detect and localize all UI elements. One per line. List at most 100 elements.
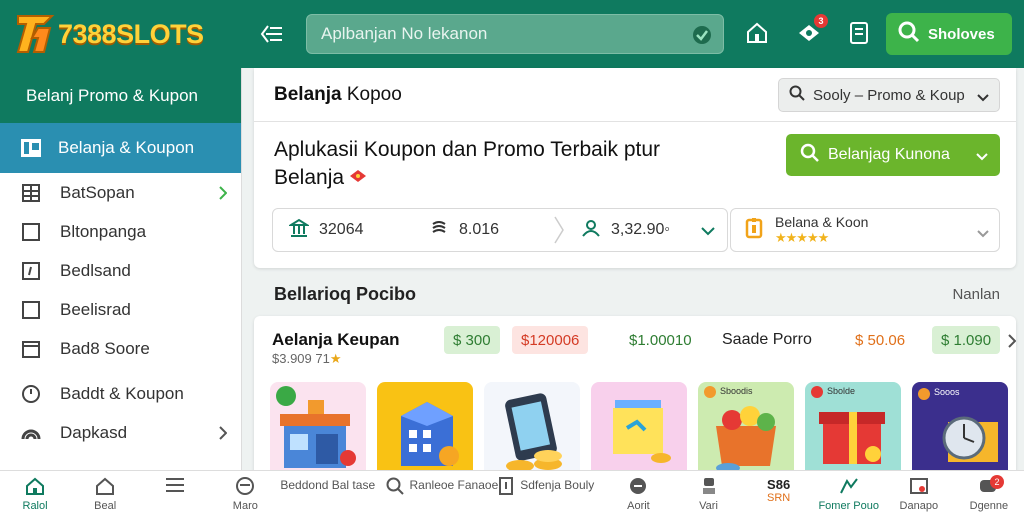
bottom-nav-item[interactable]: Sdfenja Bouly xyxy=(498,471,603,512)
bottom-nav-label: Vari xyxy=(699,500,718,512)
chevron-right-icon xyxy=(219,425,228,445)
promo-card-phone-coins[interactable] xyxy=(484,382,580,482)
chevron-down-icon xyxy=(977,225,989,243)
sort-dropdown[interactable]: Sooly – Promo & Koup xyxy=(778,78,1000,112)
sidebar-item[interactable]: Bad8 Soore xyxy=(0,329,241,368)
rating-stars: ★★★★★ xyxy=(775,230,829,245)
menu-collapse-icon[interactable] xyxy=(258,22,286,46)
bottom-nav-label: Ralol xyxy=(22,500,48,512)
bottom-nav-item[interactable]: Maro xyxy=(210,471,280,512)
verified-icon xyxy=(691,24,713,46)
sidebar-item-label: Bltonpanga xyxy=(60,221,147,241)
send-icon xyxy=(628,477,648,498)
sidebar-active-label: Belanja & Koupon xyxy=(58,138,195,157)
bottom-nav-item[interactable] xyxy=(140,471,210,512)
section-title-promos: Bellarioq Pocibo xyxy=(274,284,417,304)
search-input[interactable] xyxy=(307,15,723,53)
promo-card-wallet[interactable] xyxy=(591,382,687,482)
promo-panel: Aelanja Keupan $3.909 71★ $ 300 $120006 … xyxy=(254,316,1017,482)
headline: Aplukasii Koupon dan Promo Terbaik ptur … xyxy=(274,136,694,192)
sidebar-item[interactable]: Dapkasd xyxy=(0,413,241,452)
bottom-nav-item[interactable]: Fomer Pouo xyxy=(814,471,884,512)
rainbow-icon xyxy=(20,422,42,444)
promo-card-watch[interactable]: Sooos xyxy=(912,382,1008,482)
users-icon xyxy=(581,218,601,243)
sidebar-item-label: Dapkasd xyxy=(60,422,128,442)
rating-label: Belana & Koon xyxy=(775,214,869,230)
divider xyxy=(254,121,1016,122)
document-icon[interactable] xyxy=(844,18,874,48)
promo-card-fruit[interactable]: Sboodis xyxy=(698,382,794,482)
bottom-nav-item[interactable]: Beal xyxy=(70,471,140,512)
bottom-nav-item[interactable]: Ralol xyxy=(0,471,70,512)
promo-card-gift[interactable]: Sbolde xyxy=(805,382,901,482)
bottom-nav-item[interactable]: Beddond Bal tase xyxy=(280,471,385,512)
sidebar-item[interactable]: Beelisrad xyxy=(0,290,241,329)
bottom-nav-label: SRN xyxy=(767,492,791,504)
sidebar-item[interactable]: BatSopan xyxy=(0,173,241,212)
chevron-right-icon[interactable] xyxy=(1008,334,1017,353)
document-icon xyxy=(498,477,514,498)
coins-icon xyxy=(429,218,449,243)
search-icon xyxy=(789,85,805,105)
bottom-nav-item[interactable]: Ranleoe Fanaoe xyxy=(386,471,499,512)
cart-icon xyxy=(235,477,255,498)
coupon-tag-icon xyxy=(348,164,368,192)
chevron-down-icon xyxy=(977,89,989,106)
bottom-nav-item[interactable]: Vari xyxy=(673,471,743,512)
bottom-navigation: Ralol Beal Maro Beddond Bal tase Ranleoe Fan… xyxy=(0,470,1024,512)
sidebar-item[interactable]: Baddt & Koupon xyxy=(0,374,241,413)
price-tag[interactable]: $ 50.06 xyxy=(846,326,915,354)
store-icon xyxy=(20,338,42,360)
bottom-nav-label: Ranleoe Fanaoe xyxy=(409,478,499,492)
coupon-icon xyxy=(745,217,763,244)
menu-icon xyxy=(165,477,185,496)
bottom-nav-item[interactable]: Aorit xyxy=(603,471,673,512)
sidebar: Belanj Promo & Kupon Belanja & Koupon Ba… xyxy=(0,68,242,470)
chart-icon xyxy=(839,477,859,498)
stats-bar[interactable]: 32064 8.016 3,32.90◦ xyxy=(272,208,728,252)
notification-badge: 2 xyxy=(989,475,1004,489)
brand-name: Saade Porro xyxy=(722,331,812,348)
stat-item: 3,32.90◦ xyxy=(565,218,705,243)
bottom-nav-item[interactable]: Danapo xyxy=(884,471,954,512)
price-tag[interactable]: $120006 xyxy=(512,326,589,354)
bottom-nav-item[interactable]: S86 SRN xyxy=(744,471,814,512)
shop-coupons-button[interactable]: Belanjag Kunona xyxy=(786,134,1000,176)
price-tag[interactable]: $1.00010 xyxy=(620,326,701,354)
bottom-nav-label: Sdfenja Bouly xyxy=(520,478,595,492)
promo-card-shop[interactable] xyxy=(270,382,366,482)
image-icon xyxy=(909,477,929,498)
sidebar-item-label: Baddt & Koupon xyxy=(60,383,184,403)
notification-badge: 3 xyxy=(814,14,828,28)
price-tag[interactable]: $ 1.090 xyxy=(932,326,1001,354)
clock-icon xyxy=(20,383,42,405)
promo-title: Aelanja Keupan xyxy=(272,330,400,349)
promo-card-building[interactable] xyxy=(377,382,473,482)
card-tag: Sbolde xyxy=(827,386,856,396)
bank-icon xyxy=(287,218,311,243)
search-button[interactable]: Sholoves xyxy=(886,13,1012,55)
gift-icon[interactable]: 3 xyxy=(794,14,828,48)
sidebar-item-label: Beelisrad xyxy=(60,299,131,319)
chevron-down-icon xyxy=(976,148,988,166)
user-icon xyxy=(700,477,718,498)
sidebar-item[interactable]: Bedlsand xyxy=(0,251,241,290)
square-icon xyxy=(20,221,42,243)
logo[interactable]: 7388SLOTS xyxy=(14,10,204,58)
price-tag[interactable]: $ 300 xyxy=(444,326,500,354)
sidebar-item[interactable]: Bltonpanga xyxy=(0,212,241,251)
coupon-icon xyxy=(20,137,42,159)
sidebar-item-active[interactable]: Belanja & Koupon xyxy=(0,123,241,173)
home-icon[interactable] xyxy=(742,18,772,48)
bottom-nav-label: Beal xyxy=(94,500,117,512)
bottom-nav-label: Danapo xyxy=(899,500,939,512)
rating-dropdown[interactable]: Belana & Koon ★★★★★ xyxy=(730,208,1000,252)
square-icon xyxy=(20,299,42,321)
bottom-nav-item[interactable]: Dgenne 2 xyxy=(954,471,1024,512)
bottom-nav-label: Maro xyxy=(232,500,258,512)
logo-mark-icon xyxy=(14,12,56,56)
bottom-nav-label: Fomer Pouo xyxy=(818,500,879,512)
view-all-link[interactable]: Nanlan xyxy=(952,286,1000,303)
sidebar-item-label: Bad8 Soore xyxy=(60,338,150,358)
